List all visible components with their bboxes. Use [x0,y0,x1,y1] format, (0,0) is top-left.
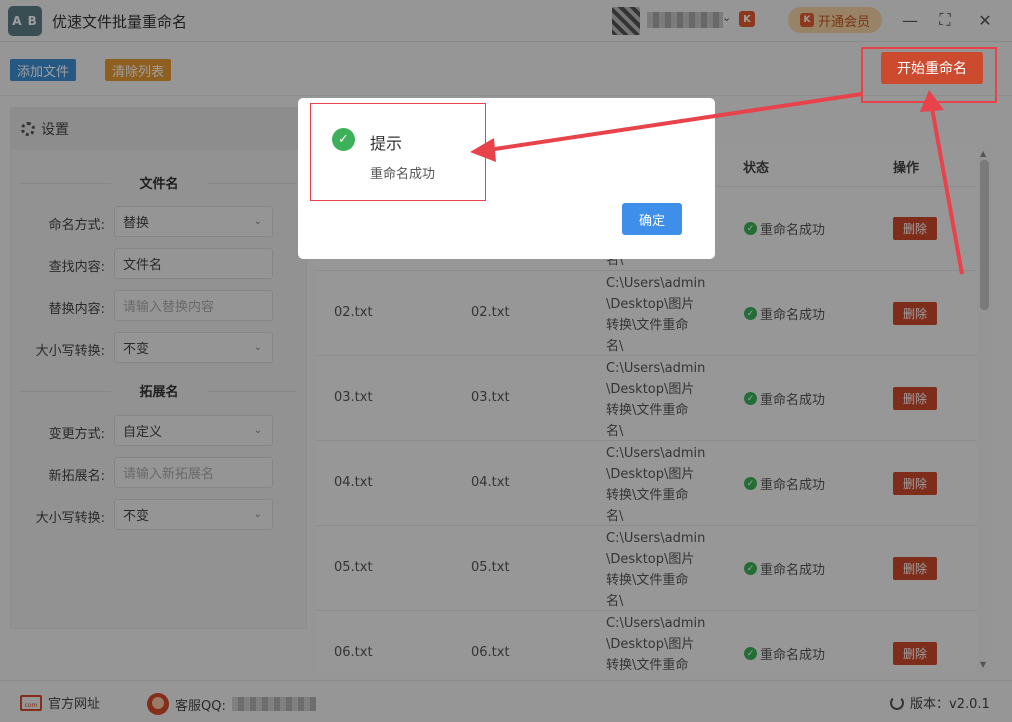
success-check-icon: ✓ [332,128,355,151]
confirm-button[interactable]: 确定 [622,203,682,235]
start-rename-button-highlighted[interactable]: 开始重命名 [881,52,983,84]
success-dialog: ✓ 提示 重命名成功 确定 [298,98,715,259]
dialog-title: 提示 [370,134,403,153]
dialog-message: 重命名成功 [370,167,436,182]
